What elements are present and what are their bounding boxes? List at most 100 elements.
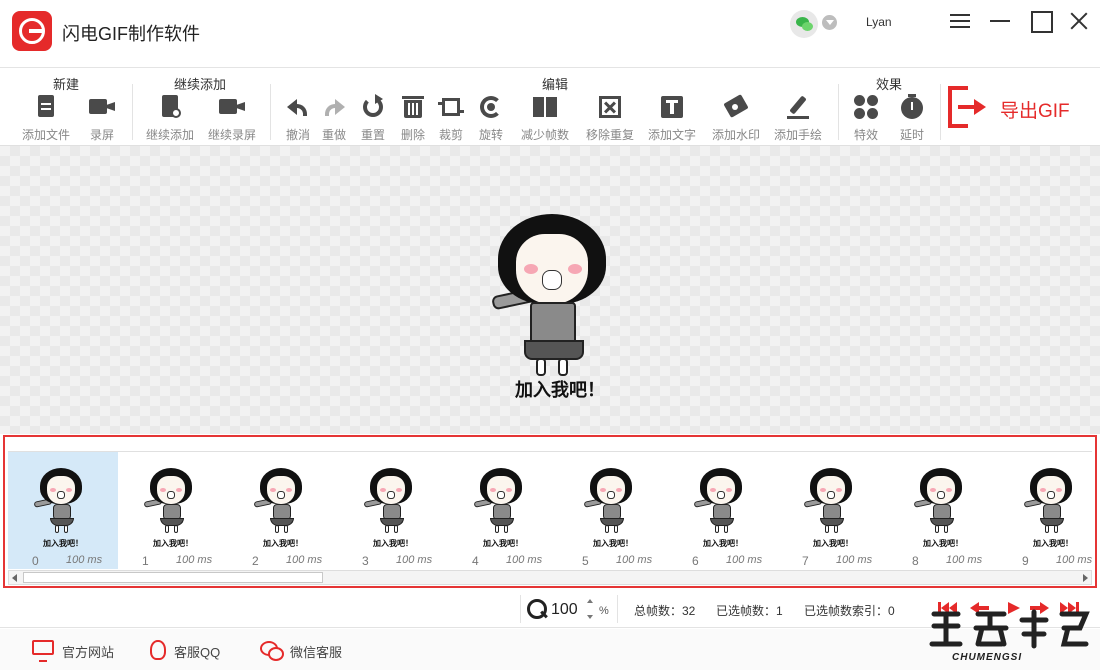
zoom-value[interactable]: 100 [551, 601, 578, 619]
wechat-avatar-icon[interactable] [790, 10, 818, 38]
support-qq-link[interactable]: 客服QQ [150, 640, 240, 660]
tool-label: 减少帧数 [520, 128, 569, 142]
character-illustration [30, 466, 96, 536]
frame-thumbnail[interactable]: 加入我吧！ 5 100 ms [558, 452, 668, 569]
export-gif-button[interactable]: 导出GIF [946, 84, 1096, 134]
frames-panel: 加入我吧！ 0 100 ms 加入我吧！ 1 100 ms 加入我吧！ 2 100 ms 加入我吧… [3, 435, 1097, 588]
continue-record-button[interactable]: 继续录屏 [200, 94, 264, 143]
frame-duration[interactable]: 100 ms [176, 554, 212, 566]
frame-thumbnail[interactable]: 加入我吧！ 8 100 ms [888, 452, 998, 569]
total-frames: 总帧数：32 [634, 604, 696, 618]
character-illustration [800, 466, 866, 536]
add-drawing-icon [785, 94, 811, 120]
frame-image: 加入我吧！ [580, 466, 646, 548]
watermark-text: CHUMENGSI [952, 652, 1023, 663]
tool-label: 延时 [899, 128, 924, 142]
character-illustration [140, 466, 206, 536]
add-text-button[interactable]: 添加文字 [640, 94, 704, 143]
scroll-right-icon[interactable] [1083, 574, 1088, 582]
frame-duration[interactable]: 100 ms [506, 554, 542, 566]
tool-label: 添加手绘 [773, 128, 822, 142]
title-bar: 闪电GIF制作软件 Lyan [0, 0, 1100, 68]
tool-label: 继续添加 [145, 128, 194, 142]
remove-duplicates-button[interactable]: 移除重复 [578, 94, 642, 143]
character-illustration [690, 466, 756, 536]
character-illustration [580, 466, 646, 536]
frame-duration[interactable]: 100 ms [726, 554, 762, 566]
user-dropdown-icon[interactable] [822, 15, 837, 30]
export-icon [948, 86, 988, 128]
frame-caption: 加入我吧！ [153, 539, 193, 548]
frame-thumbnail[interactable]: 加入我吧！ 0 100 ms [8, 452, 118, 569]
zoom-up-icon[interactable] [587, 599, 593, 603]
zoom-control[interactable]: 100 % [520, 595, 618, 623]
frame-image: 加入我吧！ [910, 466, 976, 548]
frame-thumbnail[interactable]: 加入我吧！ 7 100 ms [778, 452, 888, 569]
frame-index: 1 [142, 554, 149, 568]
frame-image: 加入我吧！ [800, 466, 866, 548]
minimize-button[interactable] [984, 6, 1016, 36]
frame-index: 4 [472, 554, 479, 568]
continue-add-button[interactable]: 继续添加 [138, 94, 202, 143]
frame-duration[interactable]: 100 ms [616, 554, 652, 566]
magnifier-icon[interactable] [527, 599, 547, 619]
qq-penguin-icon [150, 640, 166, 660]
monitor-icon [32, 640, 54, 662]
frame-duration[interactable]: 100 ms [946, 554, 982, 566]
frame-thumbnail[interactable]: 加入我吧！ 2 100 ms [228, 452, 338, 569]
continue-add-icon [157, 94, 183, 120]
frame-image: 加入我吧！ [690, 466, 756, 548]
frame-thumbnail[interactable]: 加入我吧！ 4 100 ms [448, 452, 558, 569]
tool-label: 继续录屏 [207, 128, 256, 142]
frame-index: 9 [1022, 554, 1029, 568]
support-qq-label: 客服QQ [174, 645, 221, 660]
effects-icon [853, 94, 879, 120]
official-website-link[interactable]: 官方网站 [32, 640, 132, 662]
zoom-down-icon[interactable] [587, 615, 593, 619]
add-watermark-button[interactable]: 添加水印 [704, 94, 768, 143]
frame-thumbnail[interactable]: 加入我吧！ 1 100 ms [118, 452, 228, 569]
username[interactable]: Lyan [866, 15, 892, 29]
delay-button[interactable]: 延时 [880, 94, 944, 143]
frame-duration[interactable]: 100 ms [286, 554, 322, 566]
support-wechat-link[interactable]: 微信客服 [260, 640, 360, 661]
export-gif-label: 导出GIF [1000, 101, 1070, 122]
maximize-button[interactable] [1024, 6, 1056, 36]
add-watermark-icon [723, 94, 749, 120]
tool-label: 添加文字 [647, 128, 696, 142]
frame-caption: 加入我吧！ [593, 539, 633, 548]
reduce-frames-button[interactable]: 减少帧数 [513, 94, 577, 143]
tool-label: 添加文件 [21, 128, 70, 142]
preview-image: 加入我吧！ [470, 206, 650, 406]
app-logo-icon [12, 11, 52, 51]
frames-scrollbar[interactable] [8, 570, 1092, 585]
frame-duration[interactable]: 100 ms [66, 554, 102, 566]
group-label-new: 新建 [52, 77, 79, 92]
frame-duration[interactable]: 100 ms [836, 554, 872, 566]
frame-caption: 加入我吧！ [1033, 539, 1073, 548]
scroll-thumb[interactable] [23, 572, 323, 583]
scroll-left-icon[interactable] [12, 574, 17, 582]
group-label-effects: 效果 [875, 77, 902, 92]
frame-duration[interactable]: 100 ms [396, 554, 432, 566]
frame-thumbnail[interactable]: 加入我吧！ 6 100 ms [668, 452, 778, 569]
remove-duplicates-icon [597, 94, 623, 120]
record-screen-button[interactable]: 录屏 [70, 94, 134, 143]
tool-label: 录屏 [89, 128, 114, 142]
rotate-icon [478, 94, 504, 120]
frame-image: 加入我吧！ [1020, 466, 1086, 548]
toolbar: 新建 继续添加 编辑 效果 添加文件 录屏 继续添加 继续录屏 撤消 重做 重置… [0, 68, 1100, 146]
close-button[interactable] [1064, 6, 1096, 36]
preview-canvas[interactable]: 加入我吧！ [0, 146, 1100, 434]
frame-caption: 加入我吧！ [43, 539, 83, 548]
frame-duration[interactable]: 100 ms [1056, 554, 1092, 566]
frame-thumbnail[interactable]: 加入我吧！ 3 100 ms [338, 452, 448, 569]
frame-thumbnail[interactable]: 加入我吧！ 9 100 ms [998, 452, 1092, 569]
continue-record-icon [219, 94, 245, 120]
official-website-label: 官方网站 [62, 645, 115, 660]
menu-button[interactable] [944, 6, 976, 36]
character-illustration [470, 206, 650, 376]
add-drawing-button[interactable]: 添加手绘 [766, 94, 830, 143]
frame-image: 加入我吧！ [470, 466, 536, 548]
add-file-button[interactable]: 添加文件 [14, 94, 78, 143]
